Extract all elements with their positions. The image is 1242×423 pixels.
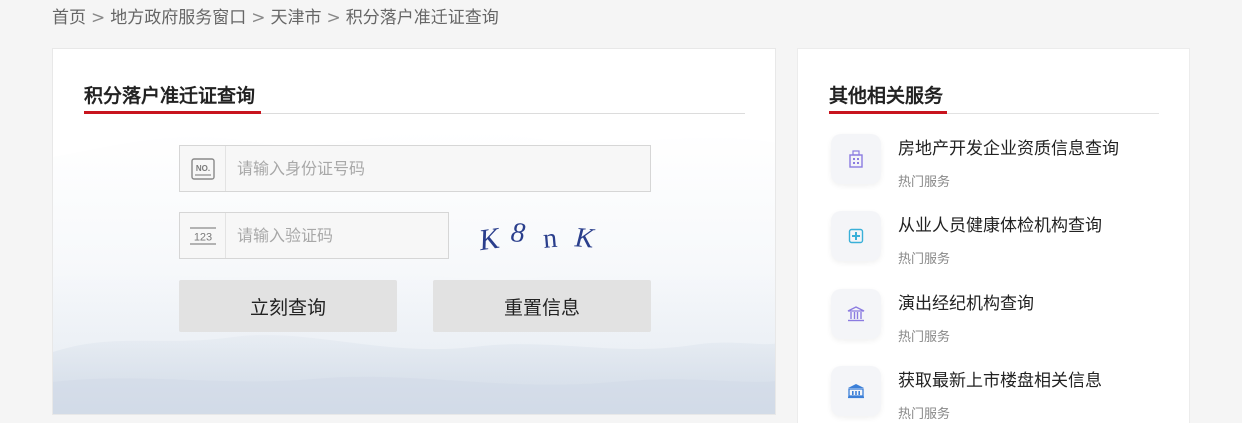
captcha-char: n bbox=[542, 223, 559, 255]
service-tag: 热门服务 bbox=[898, 175, 951, 190]
verify-code-field: 123 bbox=[179, 212, 449, 259]
service-name: 获取最新上市楼盘相关信息 bbox=[898, 371, 1102, 391]
captcha-char: K bbox=[476, 221, 503, 257]
service-tag: 热门服务 bbox=[898, 330, 951, 345]
service-tag: 热门服务 bbox=[898, 407, 951, 422]
query-button[interactable]: 立刻查询 bbox=[179, 280, 397, 332]
service-item-health-check[interactable]: 从业人员健康体检机构查询 热门服务 bbox=[829, 211, 1169, 271]
breadcrumb: 首页 > 地方政府服务窗口 > 天津市 > 积分落户准迁证查询 bbox=[52, 3, 499, 28]
captcha-image[interactable]: K 8 n K bbox=[473, 215, 603, 259]
side-title-accent-underline bbox=[829, 111, 947, 114]
breadcrumb-home[interactable]: 首页 bbox=[52, 8, 86, 28]
id-card-icon: NO. bbox=[180, 146, 226, 191]
query-panel: 积分落户准迁证查询 NO. 123 K 8 n K 立刻查询 重置信息 bbox=[52, 48, 776, 415]
service-name: 演出经纪机构查询 bbox=[898, 294, 1034, 314]
number-icon-label: 123 bbox=[193, 231, 211, 243]
related-services-panel: 其他相关服务 房地产开发企业资质信息查询 热门服务 从业人员健康体检机构查询 热… bbox=[797, 48, 1190, 423]
id-card-icon-label: NO. bbox=[195, 164, 209, 173]
service-item-performance-agency[interactable]: 演出经纪机构查询 热门服务 bbox=[829, 289, 1169, 349]
page-title: 积分落户准迁证查询 bbox=[84, 85, 256, 107]
service-name: 房地产开发企业资质信息查询 bbox=[898, 139, 1119, 159]
id-number-input[interactable] bbox=[226, 146, 650, 191]
service-item-new-listings[interactable]: 获取最新上市楼盘相关信息 热门服务 bbox=[829, 366, 1169, 423]
building-icon bbox=[831, 134, 881, 184]
service-item-real-estate[interactable]: 房地产开发企业资质信息查询 热门服务 bbox=[829, 134, 1169, 194]
breadcrumb-tianjin[interactable]: 天津市 bbox=[271, 8, 322, 28]
breadcrumb-separator: > bbox=[326, 8, 341, 28]
breadcrumb-current: 积分落户准迁证查询 bbox=[345, 8, 499, 28]
institution-icon bbox=[831, 289, 881, 339]
captcha-char: 8 bbox=[509, 217, 526, 249]
number-icon: 123 bbox=[180, 213, 226, 258]
id-number-field: NO. bbox=[179, 145, 651, 192]
service-tag: 热门服务 bbox=[898, 252, 951, 267]
related-services-title: 其他相关服务 bbox=[829, 85, 944, 107]
title-accent-underline bbox=[84, 111, 261, 114]
breadcrumb-separator: > bbox=[251, 8, 266, 28]
breadcrumb-separator: > bbox=[91, 8, 106, 28]
breadcrumb-local-gov[interactable]: 地方政府服务窗口 bbox=[110, 8, 246, 28]
captcha-char: K bbox=[573, 222, 596, 254]
service-name: 从业人员健康体检机构查询 bbox=[898, 216, 1102, 236]
medical-icon bbox=[831, 211, 881, 261]
verify-code-input[interactable] bbox=[226, 213, 448, 258]
reset-button[interactable]: 重置信息 bbox=[433, 280, 651, 332]
bank-icon bbox=[831, 366, 881, 416]
